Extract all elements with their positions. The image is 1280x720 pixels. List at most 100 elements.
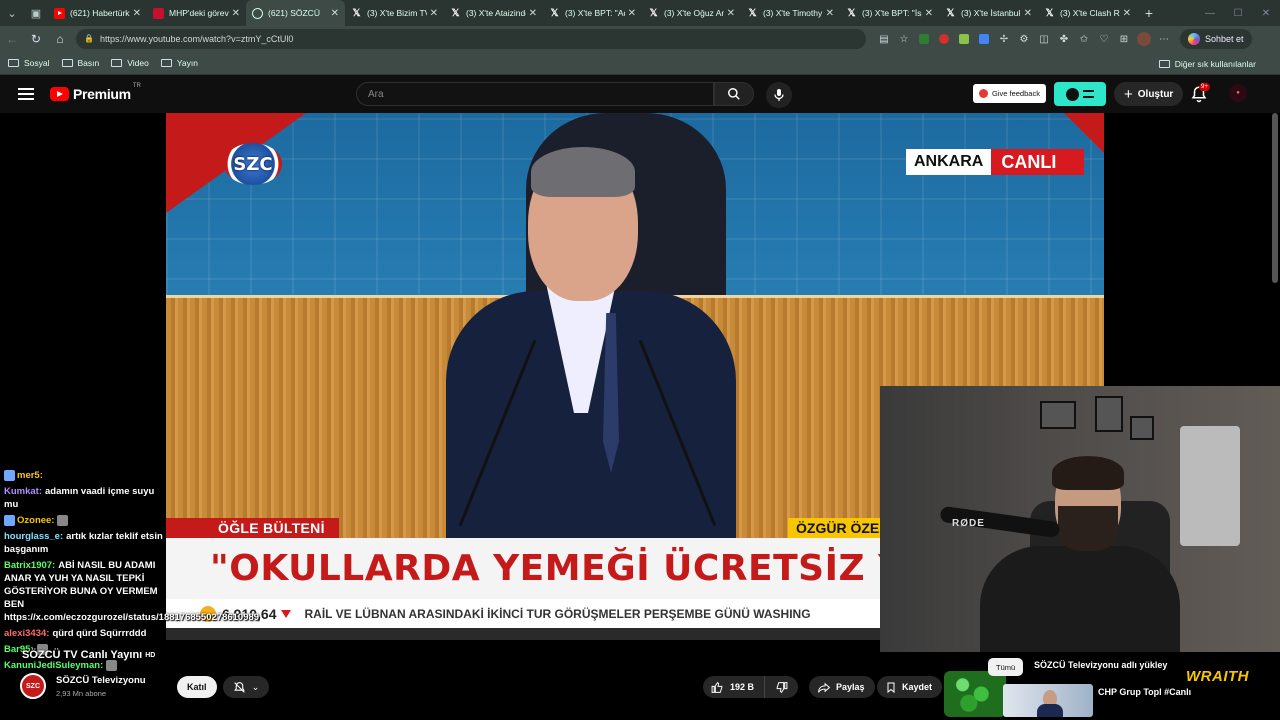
back-icon[interactable]: ← [0,26,24,52]
like-button[interactable]: 192 B [703,676,766,698]
favorite-star-icon[interactable]: ☆ [894,29,914,49]
close-tab-icon[interactable]: ✕ [331,8,339,19]
join-button[interactable]: Katıl [177,676,217,698]
close-tab-icon[interactable]: ✕ [133,8,141,19]
folder-icon [8,59,19,67]
collections-icon[interactable]: ⊞ [1114,29,1134,49]
chat-username[interactable]: mer5: [17,470,43,481]
youtube-play-icon [50,87,69,101]
other-favorites-folder[interactable]: Diğer sık kullanılanlar [1158,52,1256,75]
page-icon [252,7,263,19]
bookmark-folder[interactable]: Sosyal [8,58,50,68]
browser-tab[interactable]: 𝕏 (3) X'te BPT: "İsp ✕ [840,0,939,26]
subscription-notifications-button[interactable]: ⌄ [223,676,269,698]
chat-username[interactable]: Batrix1907: [4,560,55,571]
extension-red-icon[interactable] [934,29,954,49]
decorative-green-overlay [944,671,1006,717]
extension-gear-icon[interactable]: ⚙ [1014,29,1034,49]
search-button[interactable] [714,82,754,106]
related-video-title[interactable]: CHP Grup Topl #Canlı [1098,686,1191,699]
chat-message: mer5: [4,469,168,482]
bookmark-folder[interactable]: Basın [61,58,99,68]
streamer-webcam: RØDE [880,386,1280,652]
close-window-icon[interactable]: ✕ [1252,0,1280,26]
emote-icon [57,514,69,526]
tab-list-chevron-icon[interactable]: ⌄ [0,0,24,26]
search-icon [728,88,740,100]
address-bar[interactable]: 🔒 https://www.youtube.com/watch?v=ztmY_c… [76,29,866,49]
profile-avatar-icon[interactable] [1134,29,1154,49]
chat-username[interactable]: alexi3434: [4,628,49,639]
youtube-logo[interactable]: Premium TR [50,83,141,102]
close-tab-icon[interactable]: ✕ [232,8,240,19]
split-screen-icon[interactable]: ◫ [1034,29,1054,49]
related-video-thumbnail[interactable] [1003,684,1093,717]
notification-count-badge: 9+ [1199,83,1210,91]
reader-view-icon[interactable]: ▤ [874,29,894,49]
chat-message: Ozonee: [4,514,168,527]
chat-username[interactable]: Kumkat: [4,486,42,497]
wall-frame [1130,416,1154,440]
save-button[interactable]: Kaydet [877,676,943,698]
extension-lime-icon[interactable] [954,29,974,49]
close-tab-icon[interactable]: ✕ [727,8,735,19]
channel-name[interactable]: SÖZCÜ Televizyonu [56,675,146,686]
share-button[interactable]: Paylaş [809,676,875,698]
workspaces-icon[interactable]: ▣ [24,0,48,26]
chat-username[interactable]: Ozonee: [17,515,54,526]
browser-essentials-icon[interactable]: ♡ [1094,29,1114,49]
close-tab-icon[interactable]: ✕ [529,8,537,19]
close-tab-icon[interactable]: ✕ [826,8,834,19]
maximize-icon[interactable]: ☐ [1224,0,1252,26]
chip-all[interactable]: Tümü [988,658,1024,676]
more-options-icon[interactable]: ⋯ [1154,29,1174,49]
video-bottom-bar [166,628,880,640]
chat-username[interactable]: hourglass_e: [4,531,63,542]
menu-icon[interactable] [18,88,34,100]
browser-tab[interactable]: MHP'deki görevi ✕ [147,0,246,26]
browser-tab[interactable]: 𝕏 (3) X'te Oğuz An ✕ [642,0,741,26]
voice-search-button[interactable] [766,82,792,108]
new-tab-button[interactable]: + [1137,5,1161,21]
browser-tab[interactable]: 𝕏 (3) X'te Clash Re ✕ [1038,0,1137,26]
translate-icon[interactable] [974,29,994,49]
copilot-chat-button[interactable]: Sohbet et [1180,29,1252,49]
reload-icon[interactable]: ↻ [24,26,48,52]
chip-channel-uploads[interactable]: SÖZCÜ Televizyonu adlı yükley [1034,660,1167,670]
minimize-icon[interactable]: — [1196,0,1224,26]
wraith-brand-overlay: WRAITH [1186,668,1249,685]
extension-green-icon[interactable] [914,29,934,49]
home-icon[interactable]: ⌂ [48,26,72,52]
browser-tab[interactable]: 𝕏 (3) X'te Bizim TV ✕ [345,0,444,26]
browser-tab[interactable]: 𝕏 (3) X'te Timothy ✕ [741,0,840,26]
chat-message: alexi3434: qürd qürd Sqürrrddd [4,627,168,640]
account-avatar[interactable]: ● [1229,84,1247,102]
browser-tab[interactable]: (621) SÖZCÜ ✕ [246,0,345,26]
close-tab-icon[interactable]: ✕ [925,8,933,19]
close-tab-icon[interactable]: ✕ [430,8,438,19]
site-info-icon[interactable]: 🔒 [84,34,94,44]
search-input[interactable]: Ara [356,82,714,106]
window-controls: — ☐ ✕ [1196,0,1280,26]
close-tab-icon[interactable]: ✕ [1123,8,1131,19]
favorites-icon[interactable]: ✩ [1074,29,1094,49]
extension-puzzle-icon[interactable]: ✢ [994,29,1014,49]
bookmark-folder[interactable]: Yayın [160,58,198,68]
decorative-red-corner [1064,113,1104,153]
page-scrollbar[interactable] [1272,113,1278,283]
extensions-icon[interactable]: ✤ [1054,29,1074,49]
close-tab-icon[interactable]: ✕ [628,8,636,19]
browser-tab[interactable]: (621) Habertürk ✕ [48,0,147,26]
x-icon: 𝕏 [748,7,757,19]
channel-avatar[interactable]: SZC [20,673,46,699]
browser-tab[interactable]: 𝕏 (3) X'te Ataizinde ✕ [444,0,543,26]
extension-menu-button[interactable] [1054,82,1106,106]
close-tab-icon[interactable]: ✕ [1024,8,1032,19]
chat-username[interactable]: KanuniJediSuleyman: [4,660,103,671]
bookmark-folder[interactable]: Video [111,58,149,68]
create-button[interactable]: + Oluştur [1114,82,1184,106]
browser-tab[interactable]: 𝕏 (3) X'te BPT: "Adı ✕ [543,0,642,26]
browser-tab[interactable]: 𝕏 (3) X'te İstanbul S✕ [939,0,1038,26]
dislike-button[interactable] [765,681,798,694]
give-feedback-button[interactable]: Give feedback [973,84,1046,103]
